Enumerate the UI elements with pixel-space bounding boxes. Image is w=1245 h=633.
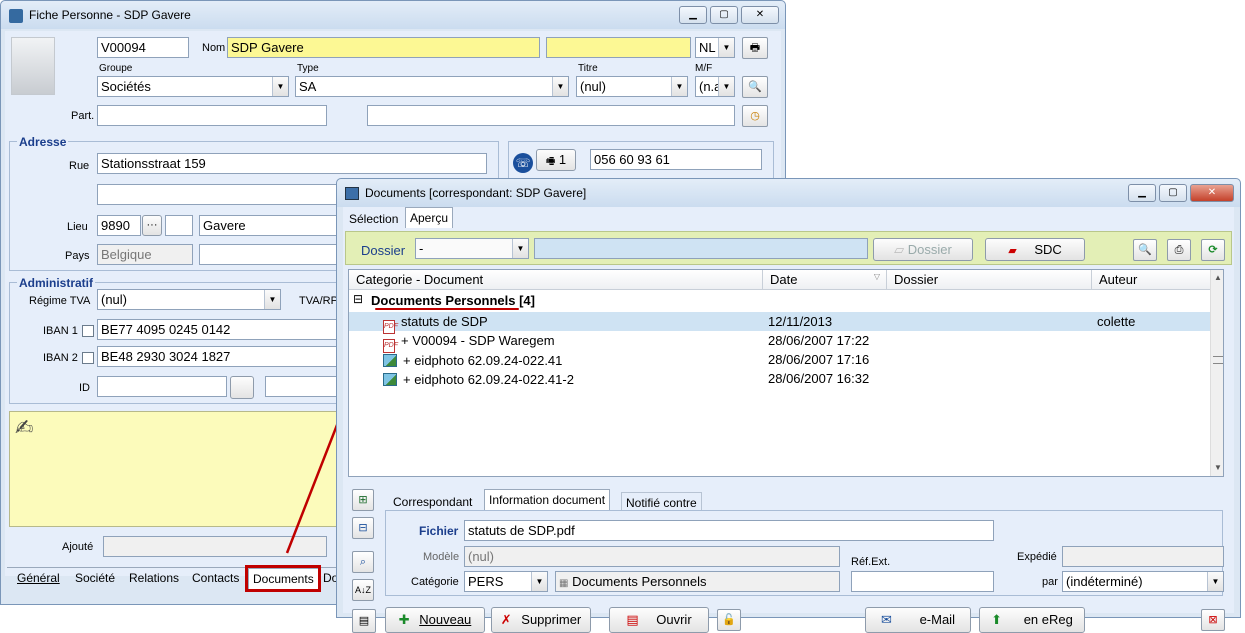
email-button[interactable]: ✉ e-Mail — [865, 607, 971, 633]
row-document-label: + eidphoto 62.09.24-022.41 — [403, 353, 563, 368]
sort-arrow-icon: ▽ — [873, 272, 880, 281]
row-date: 28/06/2007 17:22 — [768, 333, 870, 348]
nouveau-button[interactable]: ✚ Nouveau — [385, 607, 485, 633]
documents-titlebar[interactable]: Documents [correspondant: SDP Gavere] ▁ … — [337, 179, 1240, 207]
properties-icon[interactable]: ▤ — [352, 609, 376, 633]
documents-close-button[interactable]: ✕ — [1190, 184, 1234, 202]
table-row[interactable]: + eidphoto 62.09.24-022.41-2 28/06/2007 1… — [349, 369, 1210, 388]
categorie-value: PERS — [468, 574, 504, 589]
list-scrollbar[interactable]: ▲ ▼ — [1210, 270, 1223, 476]
image-file-icon — [383, 373, 397, 386]
categorie-label: Catégorie — [411, 576, 459, 588]
folder-icon: ▱ — [894, 242, 905, 257]
expand-all-icon[interactable]: ⊞ — [352, 489, 374, 511]
row-document-label: + eidphoto 62.09.24-022.41-2 — [403, 372, 574, 387]
column-header-auteur[interactable]: Auteur — [1092, 270, 1210, 290]
categorie-desc-field: ▦ Documents Personnels — [555, 571, 840, 592]
image-file-icon — [383, 354, 397, 367]
scroll-grip-icon[interactable] — [1213, 356, 1223, 364]
table-row[interactable]: + eidphoto 62.09.24-022.41 28/06/2007 17:… — [349, 350, 1210, 369]
documents-title: Documents [correspondant: SDP Gavere] — [365, 186, 587, 200]
documents-app-icon — [345, 187, 359, 200]
row-auteur: colette — [1097, 314, 1136, 329]
document-list: Categorie - Document Date ▽ Dossier Aute… — [348, 269, 1224, 477]
sdc-icon: ▰ — [1008, 245, 1017, 257]
dossier-button-label: Dossier — [907, 242, 952, 257]
documents-body: Sélection Aperçu Dossier - ▼ ▱ Dossier ▰… — [343, 207, 1234, 633]
column-header-category[interactable]: Categorie - Document — [349, 270, 763, 290]
expedie-field — [1062, 546, 1224, 567]
dossier-label: Dossier — [361, 243, 406, 258]
chevron-down-icon: ▼ — [512, 239, 528, 258]
fichier-label: Fichier — [419, 524, 459, 538]
sort-az-icon[interactable]: A↓Z — [352, 579, 374, 601]
row-document-label: statuts de SDP — [401, 314, 488, 329]
tab-apercu[interactable]: Aperçu — [405, 207, 454, 228]
modele-label: Modèle — [423, 551, 460, 563]
list-header: Categorie - Document Date ▽ Dossier Aute… — [349, 270, 1210, 290]
ref-ext-label: Réf.Ext. — [851, 556, 891, 568]
column-header-dossier[interactable]: Dossier — [887, 270, 1092, 290]
tab-selection[interactable]: Sélection — [345, 209, 402, 229]
table-row[interactable]: PDF statuts de SDP 12/11/2013 colette — [349, 312, 1210, 334]
scroll-down-arrow-icon[interactable]: ▼ — [1211, 460, 1223, 476]
row-date: 28/06/2007 17:16 — [768, 352, 870, 367]
sdc-button-label: SDC — [1034, 242, 1062, 257]
refresh-icon[interactable]: ⟳ — [1201, 239, 1225, 261]
annotation-underline — [375, 308, 519, 310]
row-document-label: + V00094 - SDP Waregem — [401, 333, 555, 348]
row-document-name: PDF + V00094 - SDP Waregem — [383, 333, 555, 353]
column-header-date-label: Date — [770, 272, 798, 287]
row-date: 12/11/2013 — [768, 314, 833, 329]
row-document-name: + eidphoto 62.09.24-022.41-2 — [383, 371, 574, 387]
export-icon[interactable]: ⊠ — [1201, 609, 1225, 631]
search-icon[interactable]: 🔍 — [1133, 239, 1157, 261]
unlock-icon[interactable]: 🔓 — [717, 609, 741, 631]
table-row[interactable]: PDF + V00094 - SDP Waregem 28/06/2007 17:2… — [349, 331, 1210, 353]
ereg-button[interactable]: ⬆ en eReg — [979, 607, 1085, 633]
chevron-down-icon: ▼ — [1207, 572, 1223, 591]
documents-window: Documents [correspondant: SDP Gavere] ▁ … — [336, 178, 1241, 633]
collapse-all-icon[interactable]: ⊟ — [352, 517, 374, 539]
par-value: (indéterminé) — [1066, 574, 1143, 589]
fichier-field[interactable]: statuts de SDP.pdf — [464, 520, 994, 541]
tab-information-document[interactable]: Information document — [484, 489, 611, 510]
row-date: 28/06/2007 16:32 — [768, 371, 870, 386]
par-label: par — [1042, 576, 1058, 588]
par-select[interactable]: (indéterminé) ▼ — [1062, 571, 1224, 592]
dossier-button[interactable]: ▱ Dossier — [873, 238, 973, 261]
row-document-name: PDF statuts de SDP — [383, 314, 488, 334]
column-header-date[interactable]: Date ▽ — [763, 270, 887, 290]
documents-maximize-button[interactable]: ▢ — [1159, 184, 1187, 202]
tab-correspondant[interactable]: Correspondant — [389, 492, 476, 512]
ref-ext-field[interactable] — [851, 571, 994, 592]
zoom-icon[interactable]: ⌕ — [352, 551, 374, 573]
scanner-icon[interactable]: ⎙ — [1167, 239, 1191, 261]
categorie-select[interactable]: PERS ▼ — [464, 571, 548, 592]
collapse-icon[interactable]: ⊟ — [353, 292, 363, 306]
sdc-button[interactable]: ▰ SDC — [985, 238, 1085, 261]
modele-field: (nul) — [464, 546, 840, 567]
dossier-name-field[interactable] — [534, 238, 868, 259]
document-rows: PDF statuts de SDP 12/11/2013 colette PDF + V… — [349, 312, 1210, 392]
documents-minimize-button[interactable]: ▁ — [1128, 184, 1156, 202]
expedie-label: Expédié — [1017, 551, 1057, 563]
ouvrir-button[interactable]: ▤ Ouvrir — [609, 607, 709, 633]
chevron-down-icon: ▼ — [531, 572, 547, 591]
categorie-desc: Documents Personnels — [572, 574, 707, 589]
row-document-name: + eidphoto 62.09.24-022.41 — [383, 352, 562, 368]
supprimer-button[interactable]: ✗ Supprimer — [491, 607, 591, 633]
dossier-value: - — [419, 241, 424, 256]
category-icon: ▦ — [559, 578, 569, 589]
group-label: Documents Personnels [4] — [371, 293, 535, 308]
scroll-up-arrow-icon[interactable]: ▲ — [1211, 270, 1223, 286]
dossier-select[interactable]: - ▼ — [415, 238, 529, 259]
